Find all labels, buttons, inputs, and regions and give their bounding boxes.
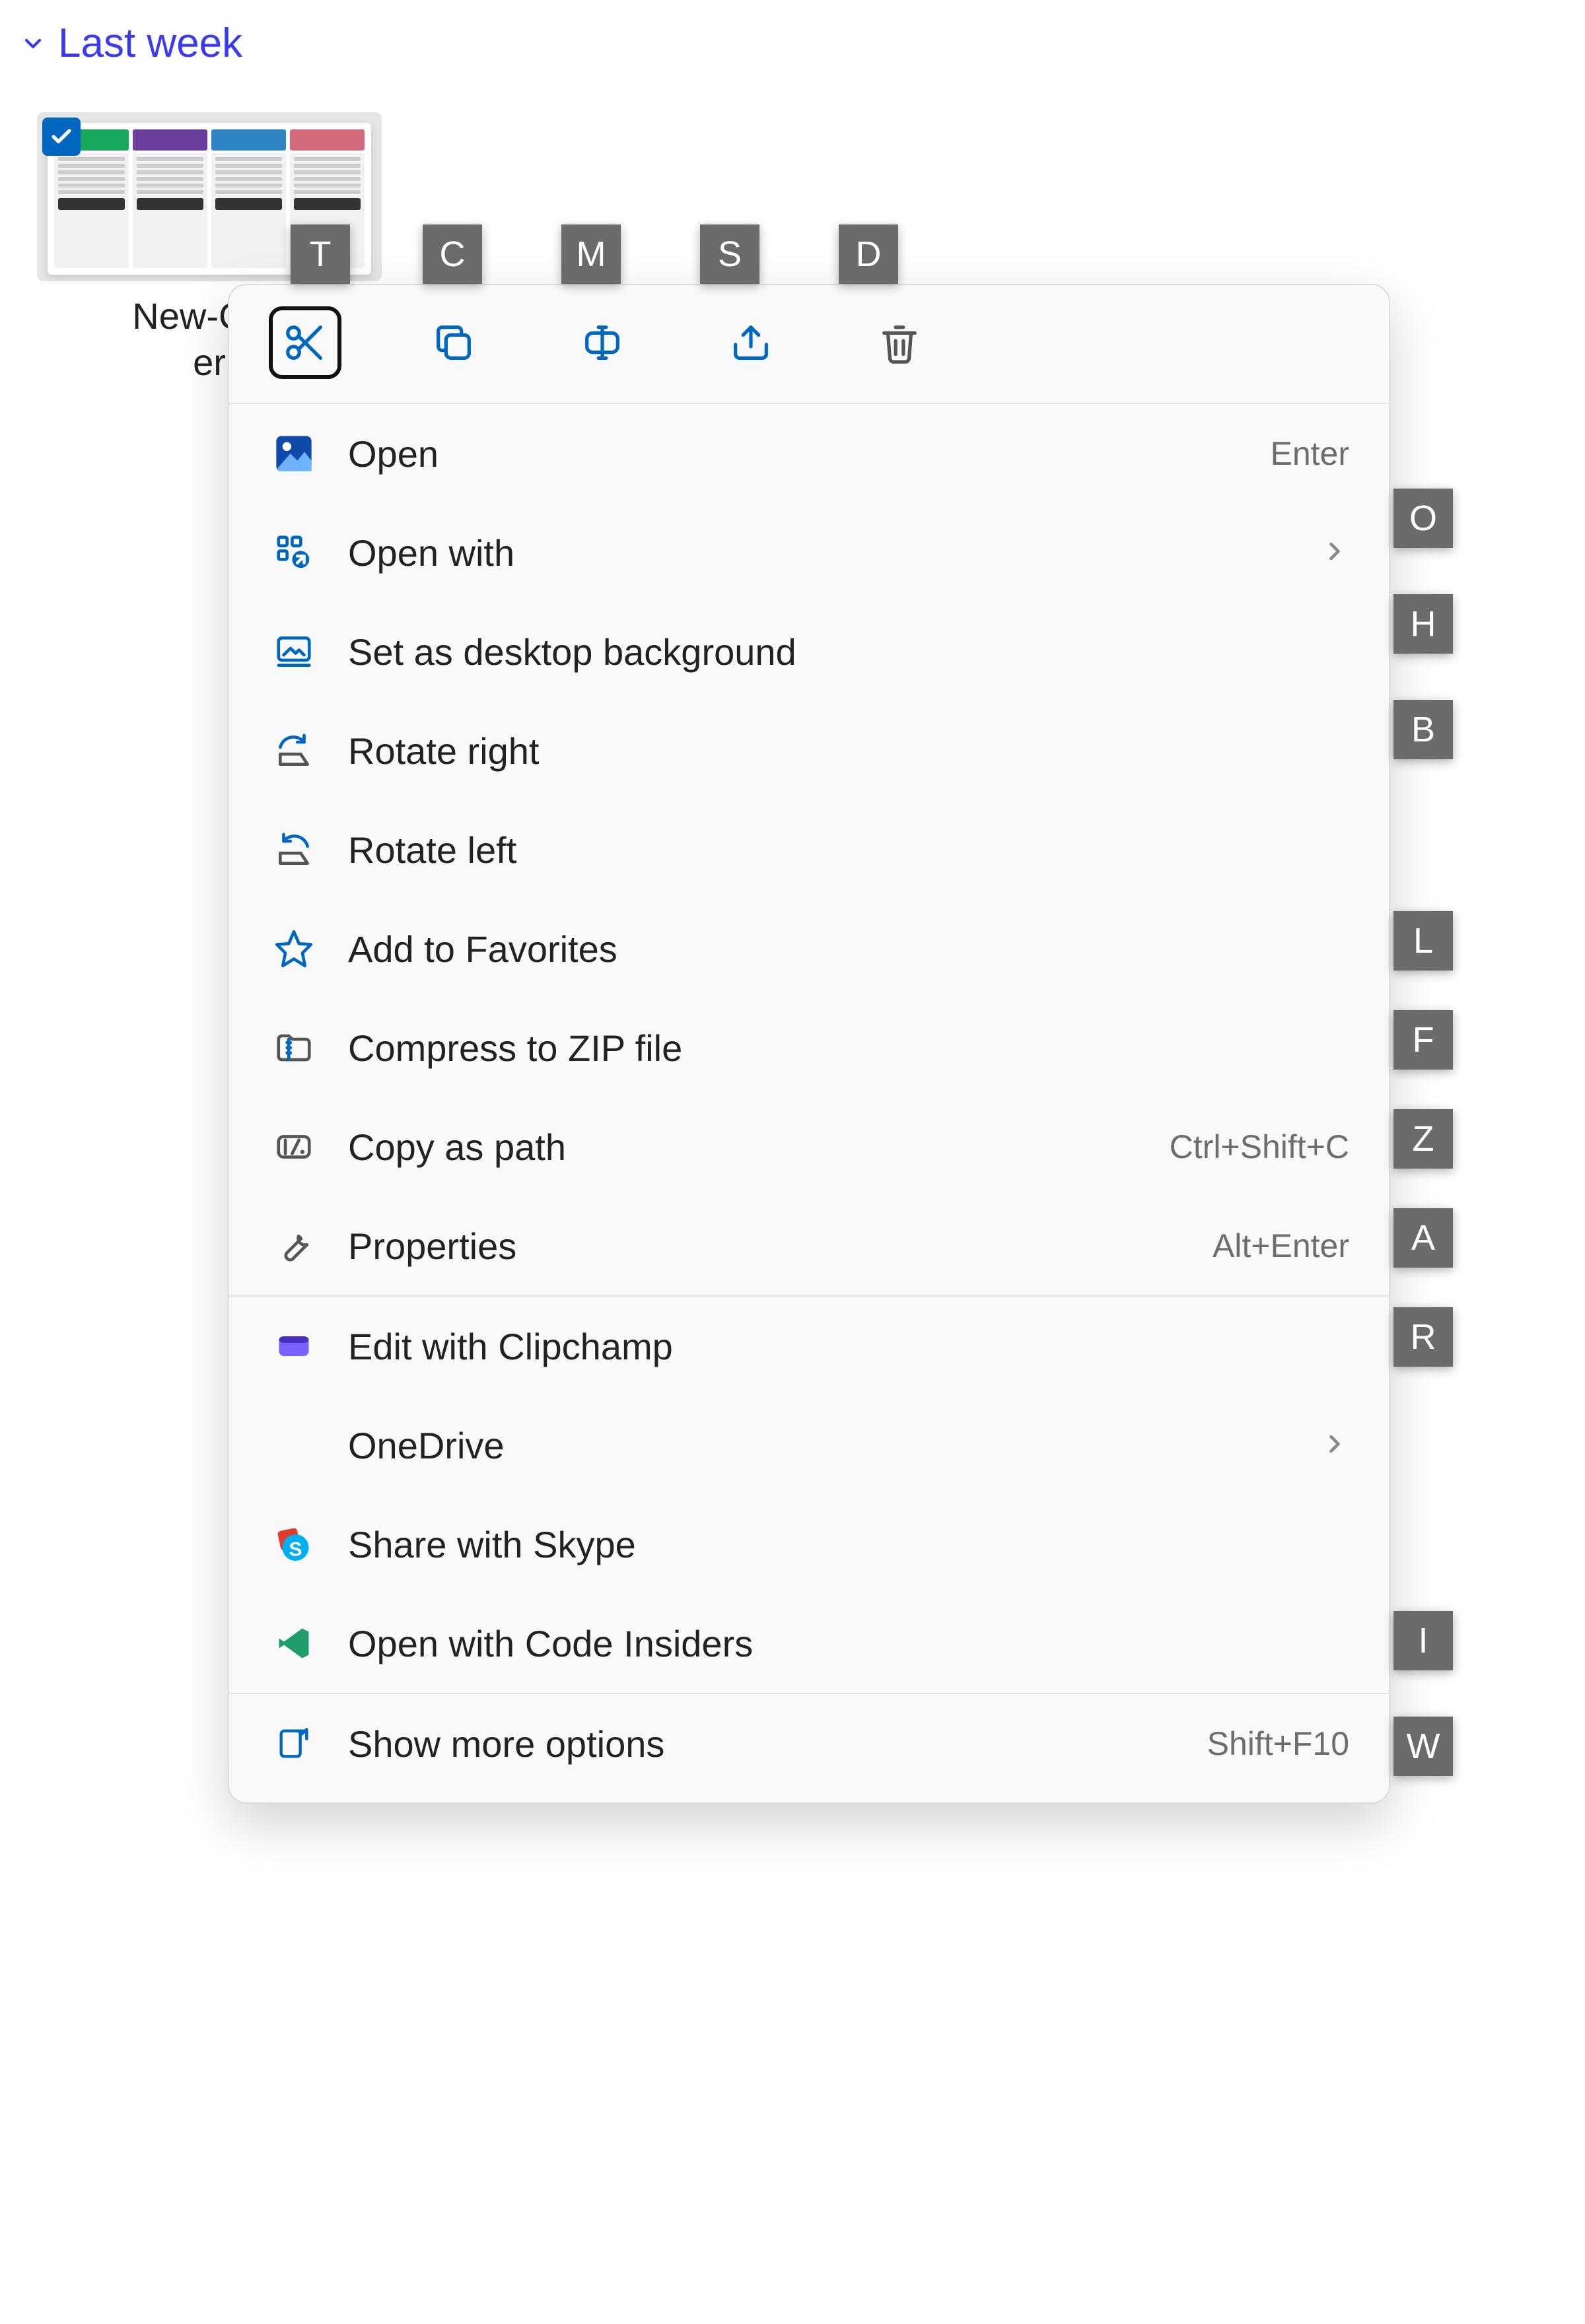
photos-app-icon (269, 428, 319, 479)
menu-shortcut: Ctrl+Shift+C (1170, 1128, 1349, 1166)
cut-button[interactable] (269, 306, 341, 379)
wrench-icon (269, 1221, 319, 1271)
chevron-right-icon (1320, 1424, 1349, 1467)
skype-icon: S (269, 1519, 319, 1569)
vscode-insiders-icon (269, 1618, 319, 1668)
menu-open[interactable]: Open Enter (229, 404, 1389, 503)
access-key-R: R (1393, 1307, 1453, 1367)
access-key-L: L (1393, 911, 1453, 971)
access-key-C: C (423, 224, 482, 284)
menu-rotate-right[interactable]: Rotate right (229, 701, 1389, 800)
rename-button[interactable] (566, 306, 639, 379)
menu-edit-with-clipchamp[interactable]: Edit with Clipchamp (229, 1297, 1389, 1396)
delete-button[interactable] (863, 306, 936, 379)
star-icon (269, 924, 319, 974)
rotate-right-icon (269, 726, 319, 776)
chevron-right-icon (1320, 531, 1349, 574)
open-with-icon (269, 528, 319, 578)
access-key-I: I (1393, 1611, 1453, 1670)
zip-icon (269, 1023, 319, 1073)
access-key-M: M (561, 224, 621, 284)
menu-rotate-left[interactable]: Rotate left (229, 800, 1389, 899)
menu-items: Open Enter Open with Set as desktop back… (229, 403, 1389, 1793)
clipchamp-icon (269, 1321, 319, 1371)
access-key-T: T (291, 224, 350, 284)
menu-label: Show more options (348, 1723, 1178, 1765)
access-key-D: D (839, 224, 898, 284)
menu-label: Open (348, 432, 1241, 475)
menu-label: Edit with Clipchamp (348, 1325, 1349, 1368)
menu-onedrive[interactable]: OneDrive (229, 1396, 1389, 1495)
scissors-icon (282, 320, 328, 366)
menu-open-with[interactable]: Open with (229, 503, 1389, 602)
menu-shortcut: Enter (1270, 434, 1349, 473)
access-key-Z: Z (1393, 1109, 1453, 1169)
menu-label: Compress to ZIP file (348, 1027, 1349, 1070)
share-button[interactable] (715, 306, 787, 379)
rename-icon (579, 320, 625, 366)
svg-text:S: S (289, 1539, 302, 1561)
menu-share-with-skype[interactable]: S Share with Skype (229, 1495, 1389, 1594)
access-key-O: O (1393, 489, 1453, 548)
copy-path-icon (269, 1122, 319, 1172)
menu-compress-zip[interactable]: Compress to ZIP file (229, 998, 1389, 1097)
menu-show-more-options[interactable]: Show more options Shift+F10 (229, 1694, 1389, 1793)
menu-label: OneDrive (348, 1424, 1291, 1467)
share-icon (728, 320, 774, 366)
copy-button[interactable] (417, 306, 490, 379)
menu-properties[interactable]: Properties Alt+Enter (229, 1196, 1389, 1295)
menu-open-with-code-insiders[interactable]: Open with Code Insiders (229, 1594, 1389, 1693)
menu-copy-as-path[interactable]: Copy as path Ctrl+Shift+C (229, 1097, 1389, 1196)
access-key-S: S (700, 224, 759, 284)
desktop-background-icon (269, 627, 319, 677)
trash-icon (876, 320, 923, 366)
access-key-F: F (1393, 1010, 1453, 1070)
selected-check-icon (42, 118, 81, 156)
menu-label: Set as desktop background (348, 631, 1349, 673)
context-toolbar (229, 285, 1389, 403)
onedrive-icon (269, 1420, 319, 1470)
menu-label: Share with Skype (348, 1523, 1349, 1566)
menu-label: Open with (348, 531, 1291, 574)
chevron-down-icon (20, 30, 46, 57)
group-header-label: Last week (58, 20, 242, 67)
menu-set-desktop-background[interactable]: Set as desktop background (229, 602, 1389, 701)
menu-label: Open with Code Insiders (348, 1622, 1349, 1665)
access-key-W: W (1393, 1717, 1453, 1776)
access-key-H: H (1393, 594, 1453, 654)
menu-add-to-favorites[interactable]: Add to Favorites (229, 899, 1389, 998)
menu-label: Copy as path (348, 1126, 1141, 1169)
menu-label: Add to Favorites (348, 928, 1349, 971)
menu-label: Rotate left (348, 829, 1349, 872)
menu-label: Properties (348, 1225, 1183, 1268)
access-key-A: A (1393, 1208, 1453, 1268)
menu-shortcut: Shift+F10 (1207, 1725, 1349, 1763)
menu-label: Rotate right (348, 730, 1349, 772)
rotate-left-icon (269, 825, 319, 875)
menu-shortcut: Alt+Enter (1213, 1227, 1349, 1265)
copy-icon (431, 320, 477, 366)
context-menu: Open Enter Open with Set as desktop back… (228, 284, 1390, 1804)
group-header-last-week[interactable]: Last week (20, 20, 242, 67)
show-more-icon (269, 1719, 319, 1769)
access-key-B: B (1393, 700, 1453, 759)
